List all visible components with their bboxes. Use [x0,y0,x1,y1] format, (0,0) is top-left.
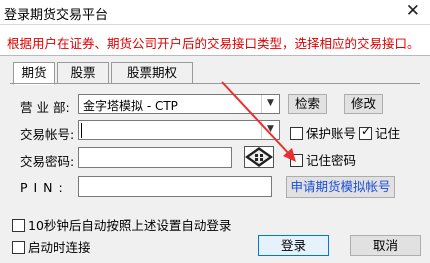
connect-on-start-checkbox[interactable]: 启动时连接 [12,237,91,255]
connect-on-start-label: 启动时连接 [28,240,91,255]
login-button[interactable]: 登录 [258,235,329,256]
auto-login-label: 10秒钟后自动按照上述设置自动登录 [28,218,232,233]
auto-login-box[interactable] [12,219,25,232]
auto-login-checkbox[interactable]: 10秒钟后自动按照上述设置自动登录 [12,215,232,233]
connect-on-start-box[interactable] [12,241,25,254]
cancel-button[interactable]: 取消 [350,235,421,256]
